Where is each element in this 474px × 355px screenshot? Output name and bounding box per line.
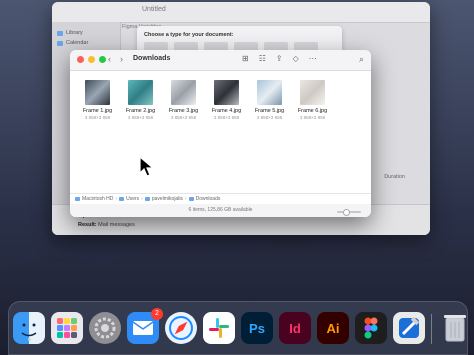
path-segment[interactable]: pavelmikojalis	[152, 196, 183, 202]
hammer-icon[interactable]	[393, 312, 425, 344]
mouse-cursor-icon	[139, 156, 155, 177]
forward-arrow-icon[interactable]: ›	[120, 54, 123, 64]
file-dimensions: 3 858×3 858	[170, 115, 197, 120]
mail-icon[interactable]: 2	[127, 308, 163, 344]
status-bar: 6 items, 125,86 GB available	[70, 204, 371, 217]
file-dimensions: 3 858×3 858	[213, 115, 240, 120]
minimize-button[interactable]	[88, 56, 95, 63]
duration-column-label: Duration	[384, 174, 405, 180]
file-thumbnail	[85, 80, 110, 105]
icon-size-slider[interactable]	[337, 209, 361, 216]
file-name: Frame 2.jpg	[125, 108, 156, 114]
path-segment[interactable]: Users	[126, 196, 139, 202]
icon-view-icon[interactable]: ⊞	[242, 54, 249, 63]
slack-icon[interactable]	[203, 312, 235, 344]
back-window-title: Untitled	[142, 6, 166, 13]
file-thumbnail	[128, 80, 153, 105]
file-name: Frame 4.jpg	[211, 108, 242, 114]
file-dimensions: 3 858×3 858	[127, 115, 154, 120]
toolbar-actions: ⊞ ☷ ⇪ ◇ ⋯	[242, 54, 317, 63]
back-window-titlebar: Untitled	[52, 2, 430, 23]
running-indicator	[27, 338, 31, 341]
photoshop-label: Ps	[249, 320, 265, 336]
launchpad-icon[interactable]	[51, 312, 83, 344]
figma-icon[interactable]	[355, 312, 387, 344]
navigation-buttons: ‹ ›	[108, 54, 123, 64]
result-info-label: Result:	[78, 222, 97, 228]
document-type-dialog-title: Choose a type for your document:	[144, 32, 234, 38]
path-separator: ›	[115, 196, 118, 202]
finder-icon[interactable]	[13, 312, 45, 344]
illustrator-label: Ai	[326, 320, 340, 336]
gear-icon[interactable]	[89, 312, 121, 344]
file-name: Frame 3.jpg	[168, 108, 199, 114]
window-controls	[77, 56, 106, 63]
path-bar: Macintosh HD › Users › pavelmikojalis › Downlo…	[70, 193, 371, 204]
trash-icon[interactable]	[439, 312, 471, 344]
indesign-label: Id	[289, 320, 301, 336]
path-segment[interactable]: Downloads	[196, 196, 221, 202]
indesign-icon[interactable]: Id	[279, 312, 311, 344]
more-actions-icon[interactable]: ⋯	[309, 54, 317, 63]
file-item[interactable]: Frame 6.jpg 3 858×3 858	[291, 80, 334, 121]
back-sidebar-item[interactable]: Calendar	[52, 38, 120, 48]
path-separator: ›	[141, 196, 143, 202]
share-icon[interactable]: ⇪	[276, 54, 283, 63]
file-thumbnail	[300, 80, 325, 105]
file-name: Frame 5.jpg	[254, 108, 285, 114]
file-thumbnail	[171, 80, 196, 105]
tag-icon[interactable]: ◇	[293, 54, 299, 63]
path-separator: ›	[184, 196, 187, 202]
file-dimensions: 3 858×3 858	[84, 115, 111, 120]
illustrator-icon[interactable]: Ai	[317, 312, 349, 344]
group-icon[interactable]: ☷	[259, 54, 266, 63]
file-name: Frame 6.jpg	[297, 108, 328, 114]
file-item[interactable]: Frame 5.jpg 3 858×3 858	[248, 80, 291, 121]
finder-window[interactable]: ‹ › Downloads ⊞ ☷ ⇪ ◇ ⋯ ⌕ Frame 1.jpg 3 …	[70, 50, 371, 217]
photoshop-icon[interactable]: Ps	[241, 312, 273, 344]
file-item[interactable]: Frame 1.jpg 3 858×3 858	[76, 80, 119, 121]
mail-badge: 2	[151, 308, 163, 320]
finder-toolbar: ‹ › Downloads ⊞ ☷ ⇪ ◇ ⋯ ⌕	[70, 50, 371, 71]
search-icon[interactable]: ⌕	[359, 54, 364, 65]
back-arrow-icon[interactable]: ‹	[108, 54, 111, 64]
file-thumbnail	[257, 80, 282, 105]
file-dimensions: 3 858×3 858	[299, 115, 326, 120]
file-name: Frame 1.jpg	[82, 108, 113, 114]
dock: 2 Ps Id Ai	[8, 301, 468, 355]
result-info-value: Mail messages	[98, 222, 135, 228]
file-dimensions: 3 858×3 858	[256, 115, 283, 120]
file-item[interactable]: Frame 4.jpg 3 858×3 858	[205, 80, 248, 121]
result-info-line: Result: Mail messages	[78, 222, 135, 228]
path-segment[interactable]: Macintosh HD	[82, 196, 113, 202]
home-icon	[144, 196, 150, 201]
zoom-button[interactable]	[99, 56, 106, 63]
file-item[interactable]: Frame 2.jpg 3 858×3 858	[119, 80, 162, 121]
close-button[interactable]	[77, 56, 84, 63]
file-grid: Frame 1.jpg 3 858×3 858 Frame 2.jpg 3 85…	[70, 80, 371, 121]
compass-icon[interactable]	[165, 312, 197, 344]
back-sidebar-item[interactable]: Library	[52, 28, 120, 38]
status-text: 6 items, 125,86 GB available	[188, 207, 253, 213]
disk-icon	[75, 196, 80, 201]
folder-icon	[188, 196, 194, 201]
window-title: Downloads	[133, 55, 171, 62]
file-item[interactable]: Frame 3.jpg 3 858×3 858	[162, 80, 205, 121]
file-thumbnail	[214, 80, 239, 105]
dock-divider	[431, 314, 432, 344]
folder-icon	[119, 196, 125, 201]
